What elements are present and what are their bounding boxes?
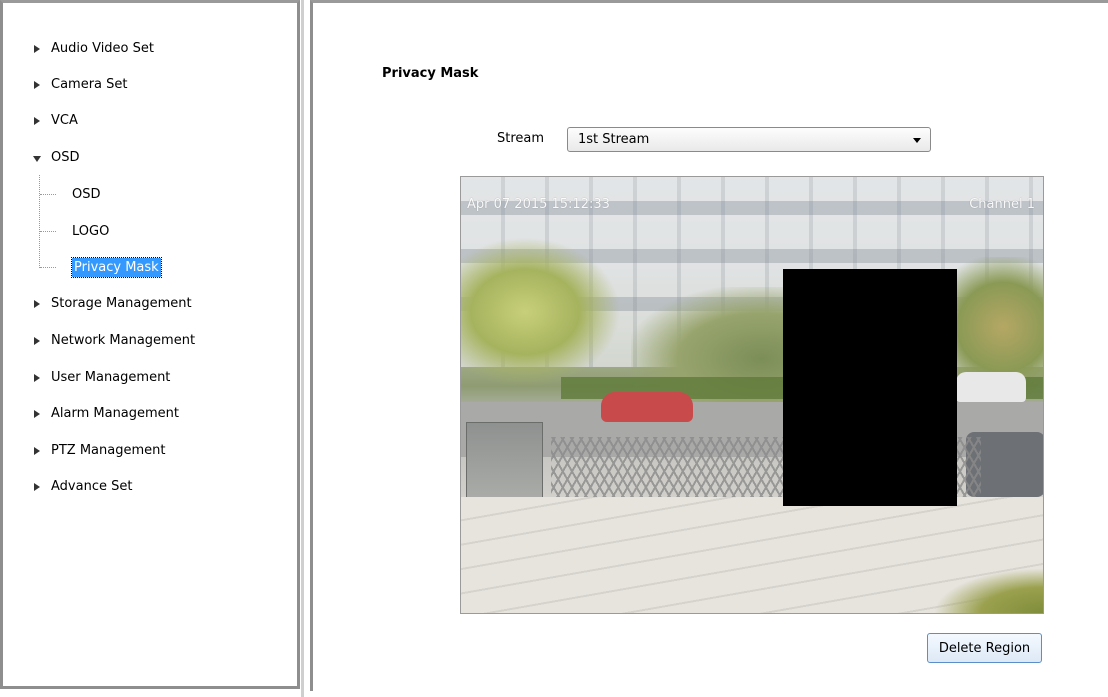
tree-item-label: Advance Set — [51, 479, 133, 494]
tree-subitem-label: Privacy Mask — [71, 257, 162, 278]
expand-arrow-icon[interactable] — [34, 374, 40, 382]
expand-arrow-icon[interactable] — [34, 447, 40, 455]
tree-subitem-label: LOGO — [72, 224, 110, 239]
tree-item-label: Network Management — [51, 333, 196, 348]
stream-selected-value: 1st Stream — [578, 132, 650, 147]
tree-subitem-label: OSD — [72, 187, 101, 202]
osd-timestamp: Apr 07 2015 15:12:33 — [467, 197, 610, 212]
expand-arrow-icon[interactable] — [34, 300, 40, 308]
dropdown-arrow-icon — [913, 138, 921, 143]
tree-subitem-osd[interactable]: OSD — [72, 184, 101, 206]
tree-item-label: User Management — [51, 370, 171, 385]
privacy-mask-region[interactable] — [783, 269, 957, 506]
settings-tree-panel: Audio Video Set Camera Set VCA OSD OSD L… — [0, 0, 304, 697]
tree-connector-line — [39, 175, 40, 268]
parked-car — [956, 372, 1026, 402]
expand-arrow-icon[interactable] — [34, 45, 40, 53]
stream-label: Stream — [497, 131, 545, 146]
collapse-arrow-icon[interactable] — [33, 156, 41, 162]
expand-arrow-icon[interactable] — [34, 117, 40, 125]
tree-connector-line — [40, 267, 56, 268]
tree-item-label: Camera Set — [51, 77, 128, 92]
tree-item-label: OSD — [51, 150, 80, 165]
delete-region-button[interactable]: Delete Region — [927, 633, 1042, 663]
tree-item-label: VCA — [51, 113, 78, 128]
tree-subitem-privacy-mask[interactable]: Privacy Mask — [71, 257, 162, 279]
lawn — [933, 568, 1043, 613]
tree-item-label: Audio Video Set — [51, 41, 154, 56]
expand-arrow-icon[interactable] — [34, 410, 40, 418]
expand-arrow-icon[interactable] — [34, 483, 40, 491]
privacy-mask-panel: Privacy Mask Stream 1st Stream Apr 07 20… — [310, 0, 1108, 691]
expand-arrow-icon[interactable] — [34, 337, 40, 345]
tree-foliage — [461, 237, 621, 387]
tree-item-label: Alarm Management — [51, 406, 180, 421]
camera-preview[interactable]: Apr 07 2015 15:12:33 Channel 1 — [460, 176, 1044, 614]
tree-subitem-logo[interactable]: LOGO — [72, 221, 109, 243]
tree-item-label: Storage Management — [51, 296, 192, 311]
tree-item-label: PTZ Management — [51, 443, 166, 458]
tree-connector-line — [40, 194, 56, 195]
expand-arrow-icon[interactable] — [34, 81, 40, 89]
stream-select[interactable]: 1st Stream — [567, 127, 931, 152]
tree-connector-line — [40, 231, 56, 232]
parked-car — [601, 392, 693, 422]
page-title: Privacy Mask — [382, 66, 479, 81]
osd-channel-name: Channel 1 — [969, 197, 1035, 212]
